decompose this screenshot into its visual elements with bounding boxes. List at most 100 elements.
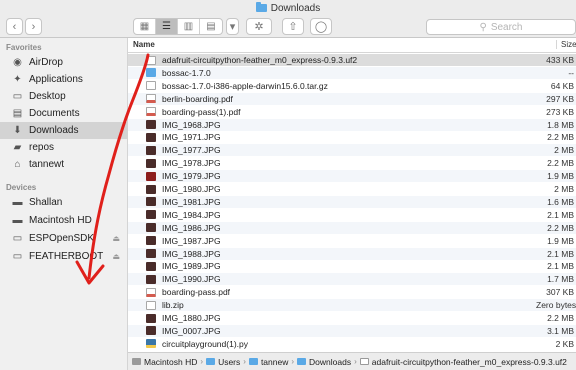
file-size: 2.1 MB	[547, 209, 574, 220]
view-mode-control: ▦ ☰ ▥ ▤	[133, 18, 223, 35]
action-button[interactable]: ✲	[246, 18, 272, 35]
file-row[interactable]: IMG_1880.JPG 2.2 MB	[128, 312, 576, 324]
path-separator: ›	[243, 357, 246, 366]
back-button[interactable]: ‹	[6, 18, 23, 35]
file-size: 297 KB	[546, 93, 574, 104]
sidebar-item-downloads[interactable]: ⬇ Downloads	[0, 122, 128, 139]
file-row[interactable]: IMG_1980.JPG 2 MB	[128, 183, 576, 195]
sidebar-item-airdrop[interactable]: ◉ AirDrop	[0, 54, 128, 71]
eject-icon[interactable]: ⏏	[112, 234, 120, 243]
file-size: 2 KB	[555, 338, 574, 349]
image-file-icon	[146, 184, 156, 194]
image-file-icon	[146, 197, 156, 207]
path-item-4[interactable]: adafruit-circuitpython-feather_m0_expres…	[372, 357, 567, 367]
forward-button[interactable]: ›	[25, 18, 42, 35]
file-name: IMG_1979.JPG	[162, 171, 221, 182]
sidebar-item-label: Desktop	[29, 91, 66, 102]
sidebar-item-label: repos	[29, 142, 55, 153]
airdrop-icon: ◉	[13, 57, 22, 68]
document-icon	[146, 55, 156, 65]
list-view-icon[interactable]: ☰	[156, 19, 178, 34]
devices-header: Devices	[6, 183, 37, 192]
file-row[interactable]: boarding-pass(1).pdf 273 KB	[128, 106, 576, 118]
sidebar-item-shallan[interactable]: ▬ Shallan	[0, 194, 128, 211]
sidebar-item-repos[interactable]: ▰ repos	[0, 139, 128, 156]
file-name: IMG_1986.JPG	[162, 222, 221, 233]
share-icon: ⇧	[288, 21, 298, 33]
file-size: 433 KB	[546, 55, 574, 65]
home-icon: ⌂	[14, 159, 21, 170]
file-row[interactable]: IMG_1989.JPG 2.1 MB	[128, 260, 576, 272]
path-item-0[interactable]: Macintosh HD	[144, 357, 197, 367]
sidebar-item-desktop[interactable]: ▭ Desktop	[0, 88, 128, 105]
file-name: bossac-1.7.0-i386-apple-darwin15.6.0.tar…	[162, 80, 328, 91]
file-row[interactable]: IMG_1979.JPG 1.9 MB	[128, 170, 576, 183]
image-file-icon	[146, 313, 156, 323]
share-button[interactable]: ⇧	[282, 18, 304, 35]
file-row[interactable]: adafruit-circuitpython-feather_m0_expres…	[128, 54, 576, 66]
file-name: IMG_1968.JPG	[162, 119, 221, 130]
image-file-icon	[146, 236, 156, 246]
size-column-header[interactable]: Size	[556, 40, 576, 49]
path-item-3[interactable]: Downloads	[309, 357, 351, 367]
folder-icon	[206, 358, 216, 365]
file-row[interactable]: berlin-boarding.pdf 297 KB	[128, 92, 576, 105]
arrange-button[interactable]: ▾	[226, 18, 239, 35]
file-row[interactable]: boarding-pass.pdf 307 KB	[128, 286, 576, 298]
file-row[interactable]: bossac-1.7.0 --	[128, 66, 576, 79]
file-row[interactable]: IMG_1978.JPG 2.2 MB	[128, 157, 576, 169]
file-row[interactable]: lib.zip Zero bytes	[128, 299, 576, 312]
sidebar-item-label: Shallan	[29, 197, 63, 208]
applications-icon: ✦	[13, 74, 22, 85]
search-placeholder: Search	[490, 21, 523, 33]
sidebar-item-applications[interactable]: ✦ Applications	[0, 71, 128, 88]
file-name: IMG_1980.JPG	[162, 184, 221, 194]
file-row[interactable]: IMG_1988.JPG 2.1 MB	[128, 247, 576, 260]
folder-icon	[255, 2, 267, 12]
tags-button[interactable]: ◯	[310, 18, 332, 35]
file-name: boarding-pass(1).pdf	[162, 106, 241, 117]
toolbar: ‹ › ▦ ☰ ▥ ▤ ▾ ✲ ⇧ ◯ ⚲ Search	[0, 16, 576, 38]
file-name: lib.zip	[162, 300, 184, 311]
file-row[interactable]: IMG_1981.JPG 1.6 MB	[128, 195, 576, 208]
sidebar-item-espopensdk[interactable]: ▭ ESPOpenSDK ⏏	[0, 230, 128, 247]
documents-icon: ▤	[12, 108, 23, 119]
sidebar-item-featherboot[interactable]: ▭ FEATHERBOOT ⏏	[0, 248, 128, 265]
path-item-2[interactable]: tannew	[261, 357, 288, 367]
file-row[interactable]: IMG_1977.JPG 2 MB	[128, 144, 576, 157]
python-file-icon	[146, 339, 156, 349]
search-field[interactable]: ⚲ Search	[426, 19, 576, 35]
file-row[interactable]: circuitplayground(1).py 2 KB	[128, 338, 576, 350]
file-row[interactable]: IMG_0007.JPG 3.1 MB	[128, 324, 576, 337]
cover-flow-icon[interactable]: ▤	[200, 19, 222, 34]
column-view-icon[interactable]: ▥	[178, 19, 200, 34]
file-size: 307 KB	[546, 287, 574, 298]
document-icon	[359, 358, 369, 365]
file-row[interactable]: IMG_1971.JPG 2.2 MB	[128, 131, 576, 143]
file-row[interactable]: IMG_1968.JPG 1.8 MB	[128, 118, 576, 131]
file-row[interactable]: IMG_1984.JPG 2.1 MB	[128, 209, 576, 221]
icon-view-icon[interactable]: ▦	[134, 19, 156, 34]
path-item-1[interactable]: Users	[218, 357, 240, 367]
file-row[interactable]: IMG_1987.JPG 1.9 MB	[128, 235, 576, 247]
eject-icon[interactable]: ⏏	[112, 252, 120, 261]
file-row[interactable]: IMG_1990.JPG 1.7 MB	[128, 273, 576, 286]
file-size: 2.2 MB	[547, 222, 574, 233]
gear-icon: ✲	[254, 21, 264, 33]
file-name: IMG_1981.JPG	[162, 196, 221, 207]
hard-disk-icon: ▬	[12, 215, 23, 226]
computer-icon: ▬	[12, 197, 23, 208]
name-column-header[interactable]: Name	[133, 40, 155, 49]
sidebar-item-tannewt[interactable]: ⌂ tannewt	[0, 156, 128, 173]
hard-disk-icon	[132, 358, 141, 365]
image-file-icon	[146, 274, 156, 284]
file-size: 2.2 MB	[547, 132, 574, 143]
sidebar-item-macintosh-hd[interactable]: ▬ Macintosh HD	[0, 212, 128, 229]
window-title: Downloads	[270, 2, 321, 14]
file-row[interactable]: bossac-1.7.0-i386-apple-darwin15.6.0.tar…	[128, 80, 576, 92]
file-row[interactable]: IMG_1986.JPG 2.2 MB	[128, 221, 576, 234]
file-name: IMG_1987.JPG	[162, 235, 221, 246]
sidebar-item-documents[interactable]: ▤ Documents	[0, 105, 128, 122]
file-name: IMG_1978.JPG	[162, 158, 221, 169]
file-name: IMG_1971.JPG	[162, 132, 221, 143]
